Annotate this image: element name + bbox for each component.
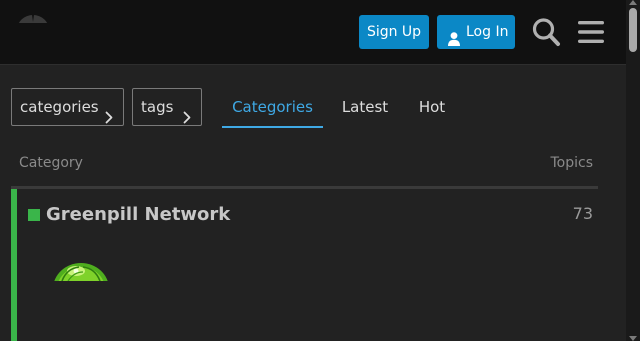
tab-categories-label: Categories: [232, 98, 313, 116]
site-logo-icon[interactable]: [16, 11, 50, 23]
tab-latest[interactable]: Latest: [337, 88, 393, 126]
category-color-bar: [11, 189, 17, 341]
log-in-label: Log In: [466, 24, 509, 40]
tab-categories[interactable]: Categories: [222, 88, 323, 128]
category-topics-count: 73: [572, 204, 593, 223]
category-color-swatch: [28, 209, 40, 221]
scroll-up-arrow-icon[interactable]: [629, 0, 637, 5]
tags-dropdown-label: tags: [141, 98, 174, 116]
categories-dropdown-label: categories: [20, 98, 99, 116]
column-header-category: Category: [19, 155, 83, 171]
site-header: Sign Up Log In: [0, 0, 626, 65]
category-name-link[interactable]: Greenpill Network: [46, 203, 230, 227]
user-icon: [448, 25, 460, 46]
chevron-right-icon: [183, 101, 191, 124]
scroll-down-arrow-icon[interactable]: [629, 336, 637, 341]
sign-up-button[interactable]: Sign Up: [359, 15, 429, 49]
hamburger-menu-icon[interactable]: [576, 16, 606, 48]
column-header-topics: Topics: [550, 155, 593, 171]
vertical-scrollbar[interactable]: [626, 0, 640, 341]
scrollbar-thumb[interactable]: [629, 8, 637, 52]
search-icon[interactable]: [531, 16, 561, 48]
chevron-right-icon: [105, 101, 113, 124]
greenpill-logo-icon[interactable]: [52, 262, 110, 281]
categories-dropdown[interactable]: categories: [11, 88, 124, 126]
active-tab-underline: [222, 126, 323, 128]
tags-dropdown[interactable]: tags: [132, 88, 202, 126]
category-row[interactable]: Greenpill Network 73: [11, 189, 598, 341]
log-in-button[interactable]: Log In: [437, 15, 515, 49]
tab-hot[interactable]: Hot: [410, 88, 454, 126]
page: Sign Up Log In categories tags Categorie…: [0, 0, 640, 341]
